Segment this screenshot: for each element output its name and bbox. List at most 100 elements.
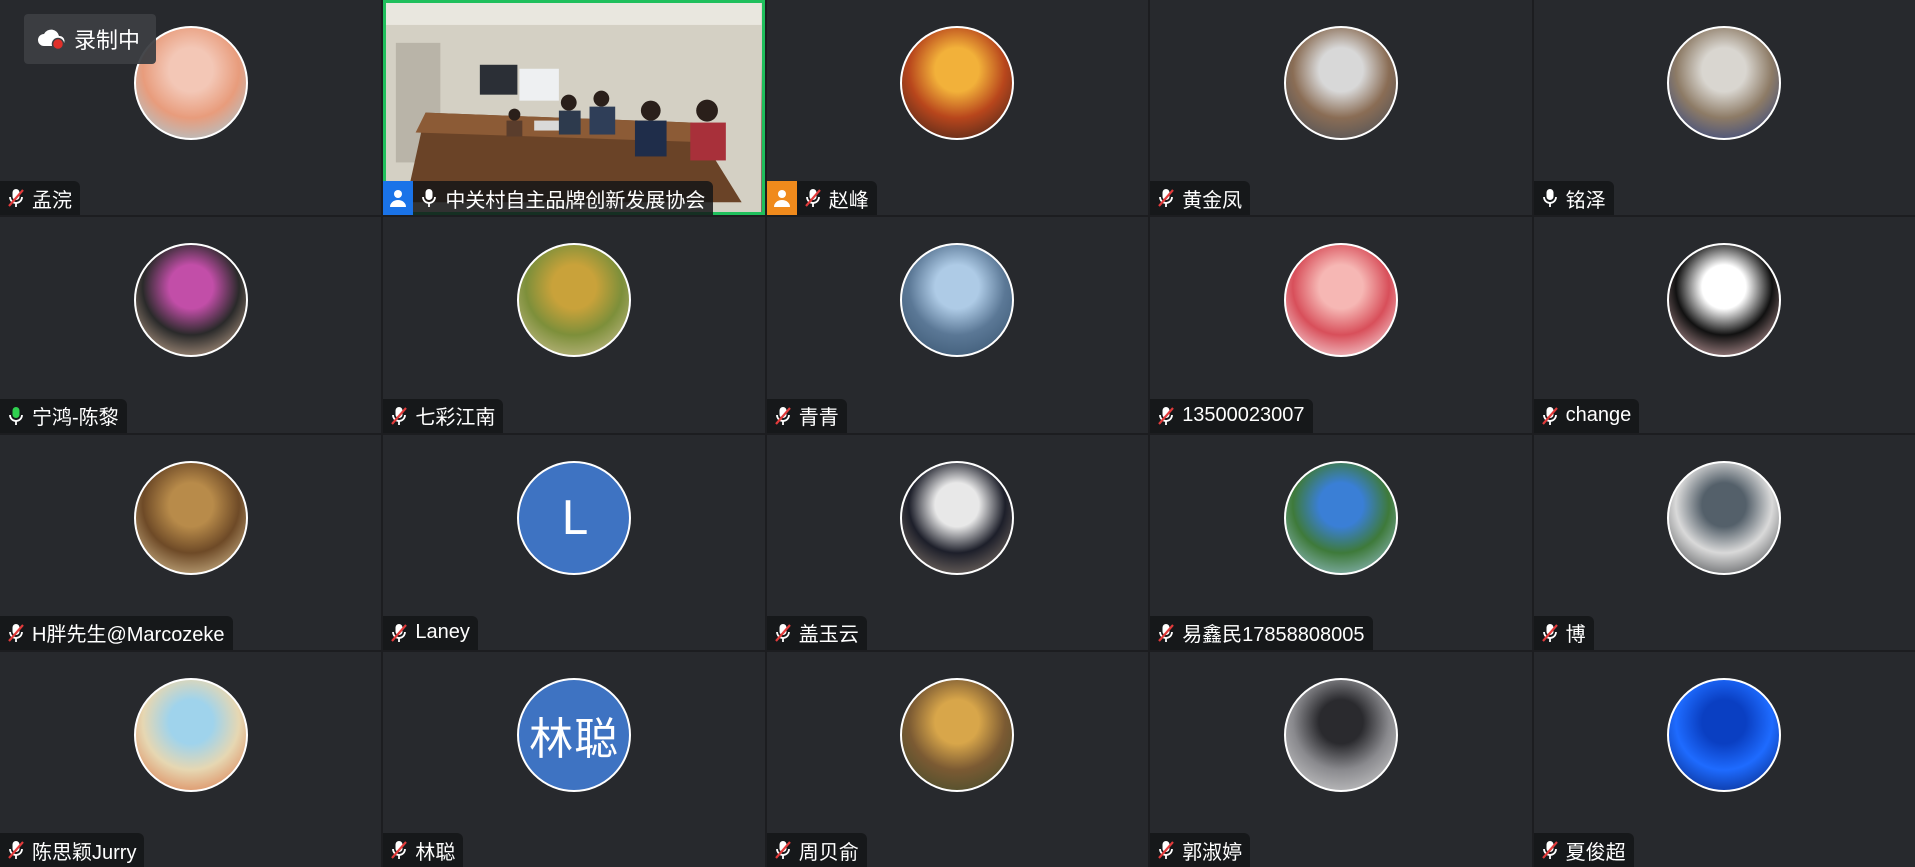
participant-gallery: 孟浣 中关村自主品牌创新发展协会 赵峰 黄金凤 铭泽宁鸿-陈黎 七彩江南 青青 1350002… xyxy=(0,0,1915,867)
participant-name: 中关村自主品牌创新发展协会 xyxy=(445,189,706,212)
cloud-recording-icon xyxy=(38,29,65,50)
participant-name-tag: 郭淑婷 xyxy=(1150,833,1251,867)
participant-name-tag: H胖先生@Marcozeke xyxy=(0,615,233,650)
participant-tile[interactable]: 盖玉云 xyxy=(766,434,1149,650)
participant-name-tag: 易鑫民17858808005 xyxy=(1150,615,1373,650)
muted-mic-icon xyxy=(1541,406,1558,425)
muted-mic-icon xyxy=(1158,189,1175,208)
muted-mic-icon xyxy=(1158,841,1175,859)
participant-tile[interactable]: 铭泽 xyxy=(1533,0,1915,216)
participant-name-tag: 中关村自主品牌创新发展协会 xyxy=(383,181,714,216)
participant-name: 宁鸿-陈黎 xyxy=(32,407,119,429)
microphone-icon xyxy=(422,189,437,208)
avatar xyxy=(1667,677,1782,792)
participant-name: 博 xyxy=(1565,624,1586,647)
participant-name: Laney xyxy=(415,621,470,644)
avatar xyxy=(1283,26,1398,140)
recording-indicator[interactable]: 录制中 xyxy=(24,14,157,64)
avatar xyxy=(133,460,248,575)
participant-name: H胖先生@Marcozeke xyxy=(32,624,225,647)
participant-tile[interactable]: 夏俊超 xyxy=(1533,651,1915,867)
avatar xyxy=(1667,460,1782,575)
muted-mic-icon xyxy=(774,623,791,642)
participant-name-tag: 林聪 xyxy=(383,833,464,867)
participant-tile[interactable]: 青青 xyxy=(766,217,1149,433)
participant-tile[interactable]: 宁鸿-陈黎 xyxy=(0,217,382,433)
participant-name: 林聪 xyxy=(415,841,456,864)
muted-mic-icon xyxy=(391,623,408,642)
host-badge xyxy=(383,181,414,216)
avatar xyxy=(900,677,1015,792)
participant-name: 黄金凤 xyxy=(1182,189,1243,212)
participant-tile[interactable]: 赵峰 xyxy=(766,0,1149,216)
muted-mic-icon xyxy=(8,189,24,208)
muted-mic-icon xyxy=(774,406,791,425)
participant-name: 易鑫民17858808005 xyxy=(1182,624,1365,647)
muted-mic-icon xyxy=(8,841,24,859)
avatar xyxy=(1283,460,1398,575)
participant-name-tag: 周贝俞 xyxy=(766,833,867,867)
avatar-initial: L xyxy=(517,460,632,575)
participant-name: 周贝俞 xyxy=(798,841,859,864)
participant-name: 青青 xyxy=(798,407,839,429)
participant-name-tag: 青青 xyxy=(766,398,847,433)
muted-mic-icon xyxy=(391,406,408,425)
muted-mic-icon xyxy=(8,623,24,642)
host-person-icon xyxy=(773,190,790,208)
avatar xyxy=(1667,26,1782,140)
participant-name: change xyxy=(1565,404,1632,426)
participant-name: 13500023007 xyxy=(1182,404,1305,426)
avatar xyxy=(517,243,632,358)
participant-name: 孟浣 xyxy=(32,189,72,212)
participant-name-tag: change xyxy=(1533,398,1640,433)
participant-name-tag: 铭泽 xyxy=(1533,181,1614,216)
participant-tile[interactable]: 郭淑婷 xyxy=(1150,651,1532,867)
participant-name-tag: Laney xyxy=(383,615,478,650)
participant-tile[interactable]: 博 xyxy=(1533,434,1915,650)
participant-tile[interactable]: 陈思颖Jurry xyxy=(0,651,382,867)
avatar xyxy=(1283,243,1398,358)
muted-mic-icon xyxy=(1541,841,1558,859)
participant-name-tag: 陈思颖Jurry xyxy=(0,833,145,867)
muted-mic-icon xyxy=(774,841,791,859)
host-badge xyxy=(766,181,797,216)
participant-name: 郭淑婷 xyxy=(1182,841,1243,864)
participant-name-tag: 孟浣 xyxy=(0,181,80,216)
host-person-icon xyxy=(390,190,407,208)
avatar-initial: 林聪 xyxy=(517,677,632,792)
avatar xyxy=(133,243,248,358)
avatar xyxy=(1283,677,1398,792)
participant-name-tag: 13500023007 xyxy=(1150,398,1313,433)
participant-tile[interactable]: 林聪 林聪 xyxy=(383,651,765,867)
participant-name-tag: 七彩江南 xyxy=(383,398,504,433)
participant-tile[interactable]: 易鑫民17858808005 xyxy=(1150,434,1532,650)
participant-tile[interactable]: 13500023007 xyxy=(1150,217,1532,433)
participant-tile[interactable]: 周贝俞 xyxy=(766,651,1149,867)
participant-name-tag: 宁鸿-陈黎 xyxy=(0,398,127,433)
muted-mic-icon xyxy=(1541,623,1558,642)
participant-name-tag: 夏俊超 xyxy=(1533,833,1634,867)
participant-tile[interactable]: H胖先生@Marcozeke xyxy=(0,434,382,650)
participant-name-tag: 赵峰 xyxy=(766,181,877,216)
avatar xyxy=(900,243,1015,358)
muted-mic-icon xyxy=(1158,623,1175,642)
participant-name: 七彩江南 xyxy=(415,407,496,429)
participant-tile[interactable]: 中关村自主品牌创新发展协会 xyxy=(383,0,765,216)
participant-name: 铭泽 xyxy=(1565,189,1606,212)
avatar xyxy=(900,26,1015,140)
avatar xyxy=(133,677,248,792)
muted-mic-icon xyxy=(804,189,821,208)
avatar xyxy=(1667,243,1782,358)
microphone-icon xyxy=(1542,189,1557,208)
participant-tile[interactable]: L Laney xyxy=(383,434,765,650)
muted-mic-icon xyxy=(1158,406,1175,425)
participant-name: 盖玉云 xyxy=(798,624,859,647)
avatar xyxy=(900,460,1015,575)
participant-name: 夏俊超 xyxy=(1565,841,1626,864)
participant-tile[interactable]: change xyxy=(1533,217,1915,433)
participant-name: 赵峰 xyxy=(828,189,869,212)
muted-mic-icon xyxy=(391,841,408,859)
participant-tile[interactable]: 黄金凤 xyxy=(1150,0,1532,216)
participant-name-tag: 黄金凤 xyxy=(1150,181,1251,216)
participant-tile[interactable]: 七彩江南 xyxy=(383,217,765,433)
